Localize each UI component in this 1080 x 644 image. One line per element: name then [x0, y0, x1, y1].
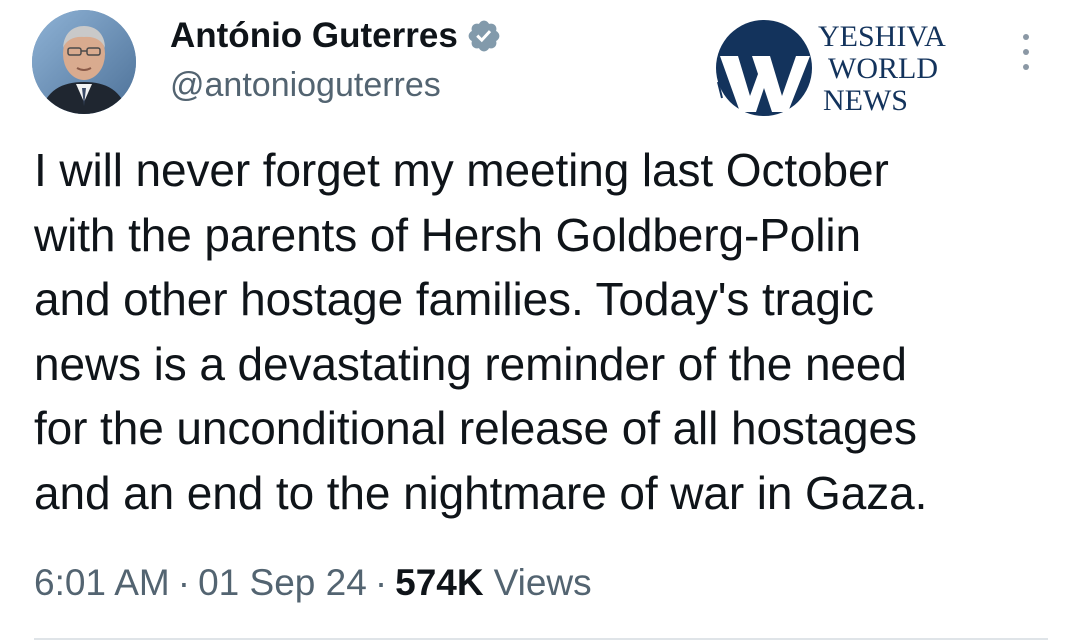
ywn-logo-icon [716, 20, 812, 116]
author-name-row: António Guterres [170, 14, 502, 58]
more-dot [1023, 64, 1029, 70]
more-vertical-icon[interactable] [1013, 30, 1039, 74]
more-dot [1023, 34, 1029, 40]
meta-separator: · [177, 562, 191, 603]
tweet-date[interactable]: 01 Sep 24 [198, 562, 367, 604]
watermark-line2: WORLD [828, 52, 938, 85]
tweet-meta: 6:01 AM · 01 Sep 24 · 574K Views [34, 562, 592, 604]
watermark-line3: NEWS [823, 84, 908, 117]
yeshiva-world-news-watermark: YESHIVA WORLD NEWS [708, 16, 984, 120]
meta-separator: · [374, 562, 388, 603]
tweet-time[interactable]: 6:01 AM [34, 562, 170, 604]
views-count[interactable]: 574K [395, 562, 483, 604]
divider [34, 638, 1048, 640]
verified-badge-icon [466, 18, 502, 54]
author-handle[interactable]: @antonioguterres [170, 66, 441, 105]
tweet-text: I will never forget my meeting last Octo… [34, 144, 928, 519]
avatar-photo [32, 10, 136, 114]
views-label: Views [493, 562, 592, 603]
watermark-line1: YESHIVA [818, 20, 946, 53]
more-dot [1023, 49, 1029, 55]
author-display-name[interactable]: António Guterres [170, 16, 458, 56]
avatar[interactable] [32, 10, 136, 114]
